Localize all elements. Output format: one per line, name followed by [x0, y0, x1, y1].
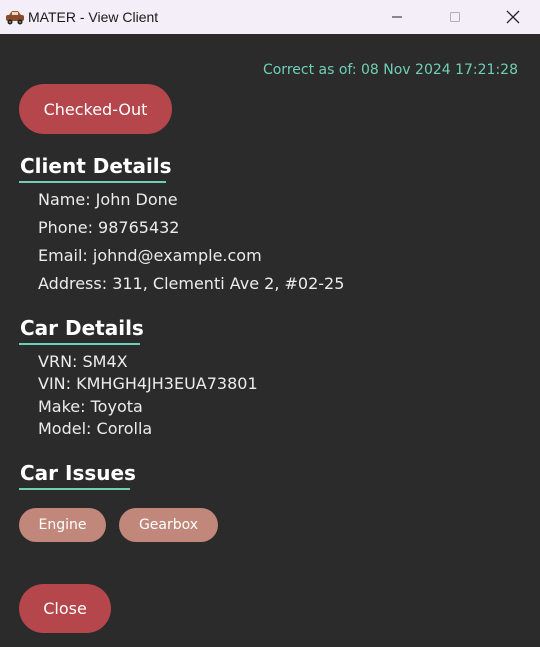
app-car-icon	[5, 8, 25, 26]
issue-tag-engine: Engine	[19, 508, 106, 542]
car-issues-heading: Car Issues	[20, 461, 136, 485]
client-phone: Phone: 98765432	[38, 218, 180, 237]
close-icon	[506, 10, 520, 24]
client-address: Address: 311, Clementi Ave 2, #02-25	[38, 274, 345, 293]
status-button[interactable]: Checked-Out	[19, 84, 172, 134]
client-email: Email: johnd@example.com	[38, 246, 262, 265]
maximize-icon	[450, 12, 460, 22]
car-details-underline	[19, 343, 140, 345]
minimize-icon	[392, 16, 402, 18]
car-details-heading: Car Details	[20, 316, 144, 340]
minimize-button[interactable]	[368, 0, 426, 34]
car-vrn: VRN: SM4X	[38, 352, 128, 371]
window-title: MATER - View Client	[28, 9, 159, 25]
maximize-button[interactable]	[426, 0, 484, 34]
close-button[interactable]: Close	[19, 584, 111, 633]
car-make: Make: Toyota	[38, 397, 143, 416]
car-model: Model: Corolla	[38, 419, 153, 438]
car-vin: VIN: KMHGH4JH3EUA73801	[38, 374, 258, 393]
last-updated-timestamp: Correct as of: 08 Nov 2024 17:21:28	[262, 62, 518, 78]
window-close-button[interactable]	[484, 0, 540, 34]
client-name: Name: John Done	[38, 190, 178, 209]
title-bar[interactable]: MATER - View Client	[0, 0, 540, 34]
issue-tag-gearbox: Gearbox	[119, 508, 218, 542]
client-details-underline	[19, 181, 166, 183]
car-issues-underline	[19, 488, 130, 490]
view-client-window: MATER - View Client Correct as of: 08 No…	[0, 0, 540, 647]
client-details-heading: Client Details	[20, 154, 172, 178]
